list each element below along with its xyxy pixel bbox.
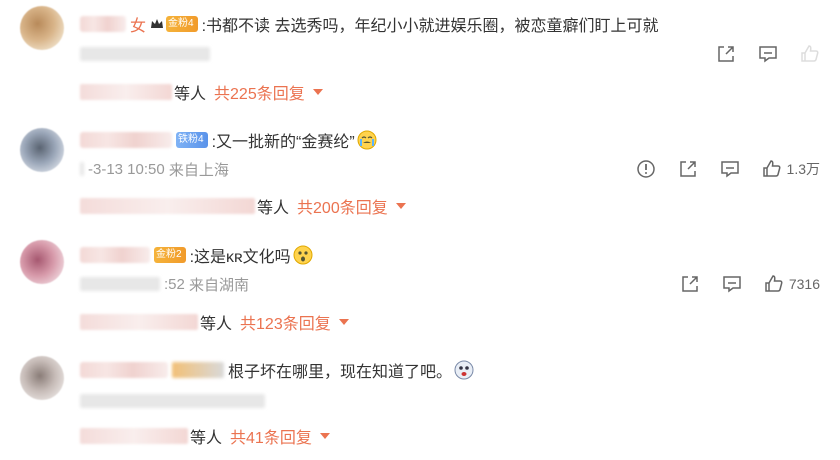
username[interactable]	[80, 247, 150, 263]
like-count: 1.3万	[786, 161, 820, 177]
share-button[interactable]	[680, 274, 700, 294]
timestamp: :52	[164, 275, 185, 293]
share-icon	[679, 161, 696, 177]
like-button[interactable]: 7316	[764, 274, 820, 294]
replies-who: 等人	[257, 200, 290, 217]
scared-face-icon	[454, 360, 474, 380]
comment-button[interactable]	[720, 159, 740, 179]
avatar[interactable]	[20, 240, 64, 284]
meta-blur	[80, 162, 84, 176]
avatar[interactable]	[20, 128, 64, 172]
location: 来自上海	[168, 161, 229, 179]
comment-text: :这是ᴋʀ文化吗	[189, 249, 291, 266]
username[interactable]	[80, 16, 126, 32]
replier-blur	[80, 84, 172, 100]
username[interactable]	[80, 362, 168, 378]
comment-item: 铁粉4 :又一批新的“金赛纶” -3-13 10:50 来自上海 1.3万 等人…	[0, 118, 840, 228]
avatar[interactable]	[20, 356, 64, 400]
username-suffix[interactable]: 女	[130, 12, 146, 36]
meta-blur	[80, 277, 160, 291]
fan-badge: 金粉2	[154, 247, 186, 263]
fan-badge: 铁粉4	[176, 132, 208, 148]
chevron-down-icon[interactable]	[319, 433, 330, 439]
badge-blur	[172, 362, 224, 378]
replies-count[interactable]: 共200条回复	[297, 194, 388, 218]
meta-blur	[80, 47, 210, 61]
like-icon	[762, 160, 781, 177]
replier-blur	[80, 198, 255, 214]
report-button[interactable]	[636, 159, 656, 179]
replier-blur	[80, 428, 188, 444]
share-icon	[682, 276, 698, 292]
location: 来自湖南	[189, 276, 250, 294]
comment-item: 女 金粉4 :书都不读 去选秀吗，年纪小小就进娱乐圈，被恋童癖们盯上可就 等人 …	[0, 0, 840, 110]
like-count: 7316	[788, 276, 820, 292]
replies-who: 等人	[174, 86, 207, 103]
replies-link[interactable]: 等人 共41条回复	[80, 422, 330, 450]
like-icon	[801, 45, 819, 62]
username[interactable]	[80, 132, 172, 148]
chevron-down-icon[interactable]	[338, 319, 349, 325]
replies-link[interactable]: 等人 共200条回复	[80, 192, 406, 220]
comment-icon	[720, 161, 739, 178]
report-icon	[636, 160, 655, 178]
meta-blur	[80, 394, 265, 408]
share-button[interactable]	[678, 159, 698, 179]
replier-blur	[80, 314, 198, 330]
timestamp: -3-13 10:50	[88, 160, 165, 178]
comment-button[interactable]	[722, 274, 742, 294]
comment-text: :书都不读 去选秀吗，年纪小小就进娱乐圈，被恋童癖们盯上可就	[201, 18, 659, 35]
comment-text: :又一批新的“金赛纶”	[211, 134, 355, 151]
like-button[interactable]	[800, 44, 820, 64]
replies-count[interactable]: 共41条回复	[230, 424, 312, 448]
replies-count[interactable]: 共225条回复	[214, 80, 305, 104]
share-icon	[718, 46, 734, 62]
replies-who: 等人	[190, 430, 223, 447]
like-icon	[765, 275, 783, 292]
replies-link[interactable]: 等人 共123条回复	[80, 308, 349, 336]
chevron-down-icon[interactable]	[312, 89, 323, 95]
share-button[interactable]	[716, 44, 736, 64]
comment-text: 根子坏在哪里，现在知道了吧。	[228, 364, 453, 381]
surprised-face-icon	[293, 245, 313, 265]
avatar[interactable]	[20, 6, 64, 50]
replies-link[interactable]: 等人 共225条回复	[80, 78, 323, 106]
comment-item: 金粉2 :这是ᴋʀ文化吗 :52 来自湖南 7316 等人 共123条回复	[0, 230, 840, 342]
chevron-down-icon[interactable]	[395, 203, 406, 209]
like-button[interactable]: 1.3万	[762, 159, 820, 179]
replies-count[interactable]: 共123条回复	[240, 310, 331, 334]
comment-item: 根子坏在哪里，现在知道了吧。 等人 共41条回复	[0, 346, 840, 460]
comment-icon	[723, 276, 741, 293]
crown-icon	[151, 19, 164, 28]
fan-badge: 金粉4	[166, 16, 198, 32]
comment-icon	[759, 46, 777, 63]
replies-who: 等人	[200, 316, 233, 333]
crying-face-icon	[357, 130, 377, 150]
comment-button[interactable]	[758, 44, 778, 64]
